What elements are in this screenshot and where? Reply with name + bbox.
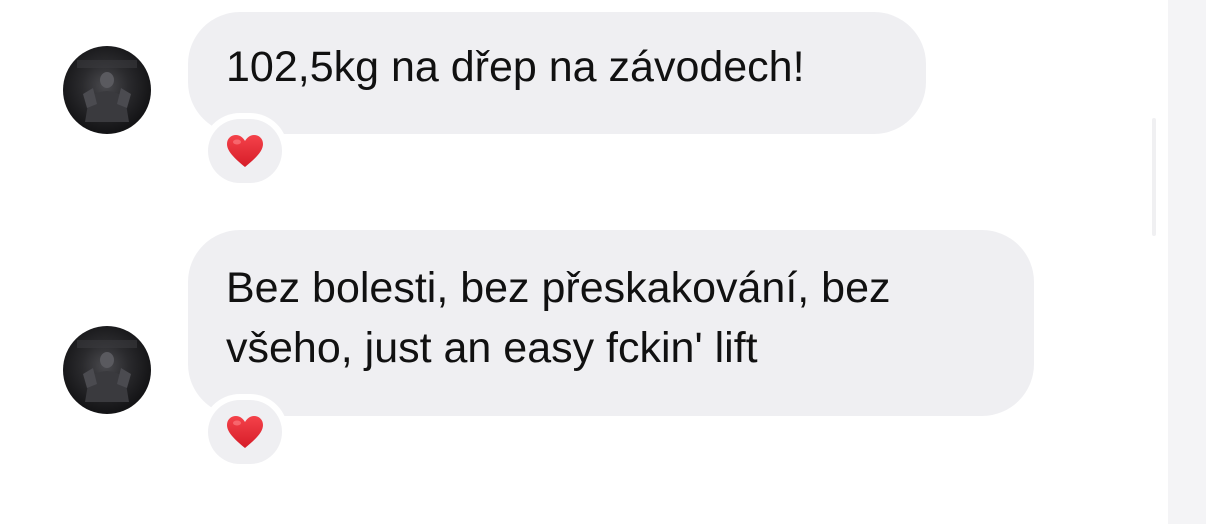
window-right-gutter [1168,0,1206,524]
message-bubble[interactable]: 102,5kg na dřep na závodech! [188,12,926,134]
message-bubble[interactable]: Bez bolesti, bez přeskakování, bez všeho… [188,230,1034,416]
sender-avatar[interactable] [63,46,151,134]
message-text-line: všeho, just an easy fckin' lift [226,324,758,372]
person-photo-icon [77,340,137,402]
message-text-line: Bez bolesti, bez přeskakování, bez [226,264,891,312]
reaction-badge[interactable] [202,394,288,470]
sender-avatar[interactable] [63,326,151,414]
heart-icon [226,415,264,449]
message-text-line: 102,5kg na dřep na závodech! [226,43,805,91]
heart-icon [226,134,264,168]
person-photo-icon [77,60,137,122]
message-row: 102,5kg na dřep na závodech! [0,0,1168,210]
message-row: Bez bolesti, bez přeskakování, bez všeho… [0,210,1168,524]
reaction-badge[interactable] [202,113,288,189]
